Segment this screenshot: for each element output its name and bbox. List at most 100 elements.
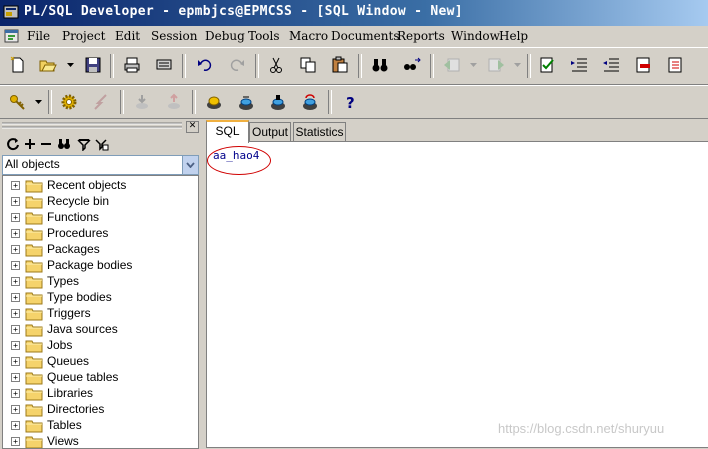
- menu-reports[interactable]: Reports: [397, 29, 445, 43]
- tree-item[interactable]: + Package bodies: [3, 258, 198, 274]
- refresh-objects-button[interactable]: [5, 136, 21, 152]
- tree-item[interactable]: + Java sources: [3, 322, 198, 338]
- menu-session[interactable]: Session: [151, 29, 197, 43]
- filter-dropdown-button[interactable]: [182, 156, 198, 174]
- copy-button[interactable]: [297, 54, 319, 76]
- break-button[interactable]: [90, 91, 112, 113]
- redo-button[interactable]: [226, 54, 248, 76]
- expand-plus-icon[interactable]: +: [11, 309, 20, 318]
- expand-plus-icon[interactable]: +: [11, 229, 20, 238]
- document-check-icon: [540, 57, 554, 73]
- folder-icon: [25, 260, 43, 273]
- edit-document-button[interactable]: [536, 54, 558, 76]
- new-sql-window-button[interactable]: [203, 91, 225, 113]
- tree-item[interactable]: + Functions: [3, 210, 198, 226]
- menu-edit[interactable]: Edit: [115, 29, 140, 43]
- filter-button[interactable]: [76, 136, 92, 152]
- tree-item[interactable]: + Procedures: [3, 226, 198, 242]
- back-button[interactable]: [441, 54, 463, 76]
- red-annotation-circle: [207, 146, 271, 175]
- undo-button[interactable]: [194, 54, 216, 76]
- tree-item[interactable]: + Jobs: [3, 338, 198, 354]
- menu-window[interactable]: Window: [451, 29, 500, 43]
- panel-grip[interactable]: ✕: [0, 120, 201, 133]
- help-button[interactable]: ?: [339, 91, 361, 113]
- expand-plus-icon[interactable]: +: [11, 405, 20, 414]
- logon-button[interactable]: [7, 91, 29, 113]
- back-dropdown-arrow[interactable]: [469, 54, 477, 76]
- menu-debug[interactable]: Debug: [205, 29, 245, 43]
- secondary-toolbar: ?: [0, 85, 708, 119]
- expand-plus-icon[interactable]: +: [11, 373, 20, 382]
- paste-button[interactable]: [329, 54, 351, 76]
- expand-plus-icon[interactable]: +: [11, 213, 20, 222]
- save-button[interactable]: [82, 54, 104, 76]
- expand-plus-icon[interactable]: +: [11, 261, 20, 270]
- expand-plus-icon[interactable]: +: [11, 197, 20, 206]
- expand-plus-icon[interactable]: +: [11, 421, 20, 430]
- menu-bar: File Project Edit Session Debug Tools Ma…: [0, 26, 708, 46]
- expand-plus-icon[interactable]: +: [11, 277, 20, 286]
- new-button[interactable]: [7, 54, 29, 76]
- tree-item[interactable]: + Recent objects: [3, 178, 198, 194]
- open-button[interactable]: [37, 54, 59, 76]
- comment-button[interactable]: [632, 54, 654, 76]
- expand-plus-icon[interactable]: +: [11, 181, 20, 190]
- forward-dropdown-arrow[interactable]: [513, 54, 521, 76]
- sql-button[interactable]: [235, 91, 257, 113]
- menu-macro[interactable]: Macro: [289, 29, 328, 43]
- tree-item-label: Libraries: [47, 386, 94, 400]
- tree-item[interactable]: + Tables: [3, 418, 198, 434]
- execute-button[interactable]: [58, 91, 80, 113]
- command-window-button[interactable]: [267, 91, 289, 113]
- logon-dropdown-arrow[interactable]: [34, 91, 42, 113]
- print-button[interactable]: [121, 54, 143, 76]
- find-button[interactable]: [369, 54, 391, 76]
- expand-plus-icon[interactable]: +: [11, 437, 20, 446]
- tree-item[interactable]: + Types: [3, 274, 198, 290]
- cut-button[interactable]: [265, 54, 287, 76]
- close-panel-button[interactable]: ✕: [186, 121, 199, 133]
- tab-statistics[interactable]: Statistics: [293, 122, 346, 141]
- indent-button[interactable]: [568, 54, 590, 76]
- mdi-window-icon[interactable]: [4, 28, 20, 44]
- expand-plus-icon[interactable]: +: [11, 357, 20, 366]
- tree-item[interactable]: + Directories: [3, 402, 198, 418]
- find-next-button[interactable]: [401, 54, 423, 76]
- menu-documents[interactable]: Documents: [331, 29, 399, 43]
- menu-project[interactable]: Project: [62, 29, 105, 43]
- refresh-connection-button[interactable]: [299, 91, 321, 113]
- tree-item[interactable]: + Triggers: [3, 306, 198, 322]
- commit-button[interactable]: [131, 91, 153, 113]
- menu-help[interactable]: Help: [499, 29, 528, 43]
- menu-file[interactable]: File: [27, 29, 50, 43]
- expand-plus-icon[interactable]: +: [11, 293, 20, 302]
- expand-plus-icon[interactable]: +: [11, 341, 20, 350]
- forward-button[interactable]: [485, 54, 507, 76]
- tree-item[interactable]: + Recycle bin: [3, 194, 198, 210]
- tree-item[interactable]: + Type bodies: [3, 290, 198, 306]
- page-setup-button[interactable]: [153, 54, 175, 76]
- filter-edit-icon: [95, 139, 109, 151]
- outdent-button[interactable]: [600, 54, 622, 76]
- tree-item[interactable]: + Queue tables: [3, 370, 198, 386]
- tab-output[interactable]: Output: [249, 122, 291, 141]
- collapse-button[interactable]: [38, 136, 54, 152]
- tab-sql[interactable]: SQL: [206, 120, 249, 143]
- find-object-button[interactable]: [56, 136, 72, 152]
- object-filter-select[interactable]: All objects: [2, 155, 199, 175]
- rollback-button[interactable]: [163, 91, 185, 113]
- uncomment-button[interactable]: [664, 54, 686, 76]
- open-dropdown-arrow[interactable]: [66, 54, 74, 76]
- tree-item[interactable]: + Libraries: [3, 386, 198, 402]
- expand-plus-icon[interactable]: +: [11, 325, 20, 334]
- sql-editor[interactable]: aa_hao4: [206, 141, 708, 448]
- expand-plus-icon[interactable]: +: [11, 245, 20, 254]
- tree-item[interactable]: + Queues: [3, 354, 198, 370]
- expand-plus-icon[interactable]: +: [11, 389, 20, 398]
- expand-button[interactable]: [22, 136, 38, 152]
- filter-icon: [77, 139, 91, 151]
- tree-item[interactable]: + Packages: [3, 242, 198, 258]
- filter-edit-button[interactable]: [94, 136, 110, 152]
- menu-tools[interactable]: Tools: [248, 29, 280, 43]
